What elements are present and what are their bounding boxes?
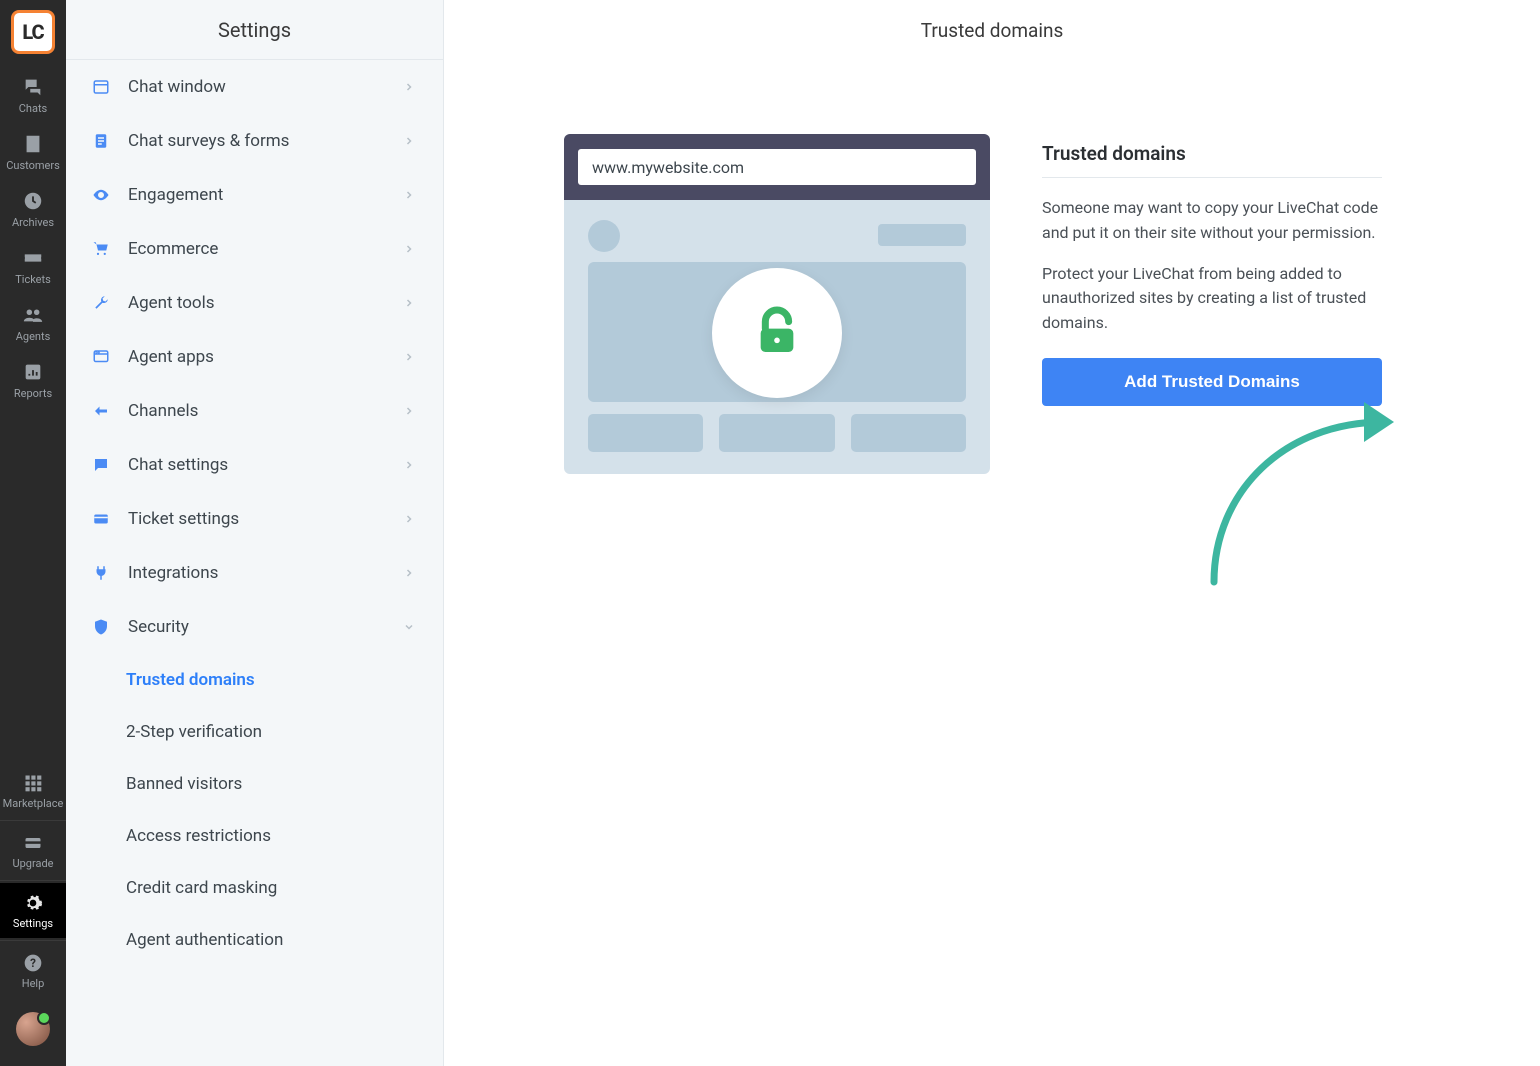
settings-row-agent-apps[interactable]: Agent apps	[66, 330, 443, 384]
illustration-url: www.mywebsite.com	[578, 149, 976, 185]
shield-icon	[88, 618, 114, 636]
eye-icon	[88, 186, 114, 204]
rail-item-customers[interactable]: Customers	[0, 123, 66, 180]
window-icon	[88, 78, 114, 96]
rail-item-settings[interactable]: Settings	[0, 883, 66, 938]
illustration: www.mywebsite.com	[564, 134, 990, 474]
chevron-right-icon	[403, 456, 415, 475]
settings-row-engagement[interactable]: Engagement	[66, 168, 443, 222]
rail-item-chats[interactable]: Chats	[0, 66, 66, 123]
upgrade-icon	[23, 833, 43, 853]
settings-label: Chat window	[128, 77, 403, 97]
archives-icon	[22, 190, 44, 212]
rail-label: Help	[22, 977, 45, 990]
user-avatar[interactable]	[16, 1012, 50, 1046]
chats-icon	[22, 76, 44, 98]
settings-row-ecommerce[interactable]: Ecommerce	[66, 222, 443, 276]
sub-banned[interactable]: Banned visitors	[66, 758, 443, 810]
rail-label: Archives	[12, 216, 54, 229]
rail-item-tickets[interactable]: Tickets	[0, 237, 66, 294]
settings-row-security[interactable]: Security	[66, 600, 443, 654]
chevron-down-icon	[403, 618, 415, 637]
sub-access[interactable]: Access restrictions	[66, 810, 443, 862]
forms-icon	[88, 132, 114, 150]
chevron-right-icon	[403, 402, 415, 421]
settings-label: Ticket settings	[128, 509, 403, 529]
chevron-right-icon	[403, 348, 415, 367]
rail-label: Reports	[14, 387, 52, 400]
svg-text:?: ?	[30, 956, 36, 970]
settings-label: Ecommerce	[128, 239, 403, 259]
chevron-right-icon	[403, 294, 415, 313]
plug-icon	[88, 564, 114, 582]
chevron-right-icon	[403, 240, 415, 259]
settings-row-chat-settings[interactable]: Chat settings	[66, 438, 443, 492]
chevron-right-icon	[403, 564, 415, 583]
lock-icon	[749, 303, 805, 363]
settings-label: Integrations	[128, 563, 403, 583]
main-area: Trusted domains www.mywebsite.com Truste…	[444, 0, 1540, 1066]
rail-label: Customers	[6, 159, 60, 172]
rail-item-agents[interactable]: Agents	[0, 294, 66, 351]
rail-item-marketplace[interactable]: Marketplace	[0, 763, 66, 818]
settings-row-channels[interactable]: Channels	[66, 384, 443, 438]
rail-label: Marketplace	[3, 797, 64, 810]
rail-label: Upgrade	[12, 857, 53, 870]
rail-label: Tickets	[15, 273, 51, 286]
customers-icon	[22, 133, 44, 155]
content-column: Trusted domains Someone may want to copy…	[1042, 134, 1382, 1066]
settings-label: Agent apps	[128, 347, 403, 367]
rail-item-archives[interactable]: Archives	[0, 180, 66, 237]
settings-panel: Settings Chat window Chat surveys & form…	[66, 0, 444, 1066]
sub-agent-auth[interactable]: Agent authentication	[66, 914, 443, 966]
page-title: Trusted domains	[444, 0, 1540, 60]
settings-row-ticket-settings[interactable]: Ticket settings	[66, 492, 443, 546]
settings-title: Settings	[66, 0, 443, 60]
settings-row-surveys[interactable]: Chat surveys & forms	[66, 114, 443, 168]
rail-label: Chats	[19, 102, 47, 115]
rail-item-upgrade[interactable]: Upgrade	[0, 823, 66, 878]
settings-label: Engagement	[128, 185, 403, 205]
content-para1: Someone may want to copy your LiveChat c…	[1042, 196, 1382, 246]
settings-row-agent-tools[interactable]: Agent tools	[66, 276, 443, 330]
apps-icon	[88, 348, 114, 366]
add-trusted-domains-button[interactable]: Add Trusted Domains	[1042, 358, 1382, 406]
chat-icon	[88, 456, 114, 474]
sub-2step[interactable]: 2-Step verification	[66, 706, 443, 758]
nav-rail: LC Chats Customers Archives Tickets Agen…	[0, 0, 66, 1066]
settings-row-chat-window[interactable]: Chat window	[66, 60, 443, 114]
tickets-icon	[22, 247, 44, 269]
content-para2: Protect your LiveChat from being added t…	[1042, 262, 1382, 336]
settings-label: Chat settings	[128, 455, 403, 475]
chevron-right-icon	[403, 186, 415, 205]
gear-icon	[23, 893, 43, 913]
cart-icon	[88, 240, 114, 258]
agents-icon	[22, 304, 44, 326]
logo-text: LC	[22, 20, 43, 44]
channels-icon	[88, 402, 114, 420]
settings-row-integrations[interactable]: Integrations	[66, 546, 443, 600]
content-heading: Trusted domains	[1042, 142, 1382, 178]
app-logo[interactable]: LC	[11, 10, 55, 54]
marketplace-icon	[23, 773, 43, 793]
rail-item-reports[interactable]: Reports	[0, 351, 66, 408]
wrench-icon	[88, 294, 114, 312]
ticket-icon	[88, 510, 114, 528]
chevron-right-icon	[403, 510, 415, 529]
sub-ccmask[interactable]: Credit card masking	[66, 862, 443, 914]
chevron-right-icon	[403, 78, 415, 97]
settings-label: Security	[128, 617, 403, 637]
settings-label: Agent tools	[128, 293, 403, 313]
help-icon: ?	[23, 953, 43, 973]
rail-item-help[interactable]: ? Help	[0, 943, 66, 998]
settings-label: Chat surveys & forms	[128, 131, 403, 151]
sub-trusted-domains[interactable]: Trusted domains	[66, 654, 443, 706]
rail-label: Agents	[16, 330, 51, 343]
rail-label: Settings	[13, 917, 53, 930]
chevron-right-icon	[403, 132, 415, 151]
settings-label: Channels	[128, 401, 403, 421]
reports-icon	[22, 361, 44, 383]
